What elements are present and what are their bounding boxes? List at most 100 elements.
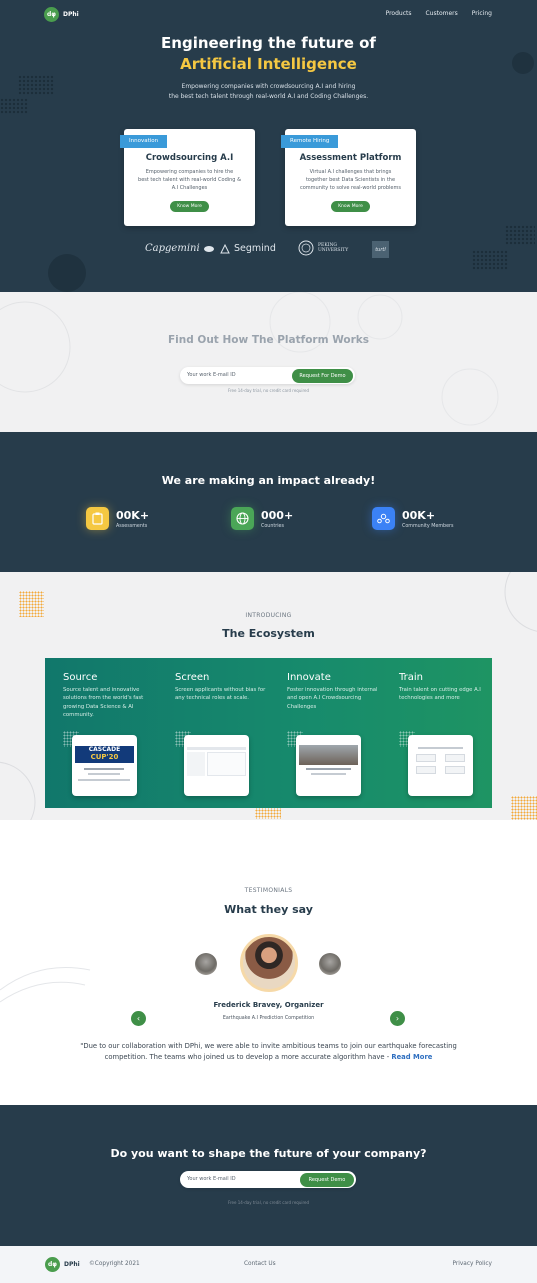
nav-pricing[interactable]: Pricing: [472, 10, 492, 17]
read-more-link[interactable]: Read More: [391, 1053, 432, 1061]
eco-column-text: Foster innovation through internal and o…: [287, 687, 378, 710]
eco-column-screen: Screen Screen applicants without bias fo…: [175, 672, 275, 703]
footer-brand-logo[interactable]: dφ DPhi: [45, 1257, 80, 1272]
community-glyph: [377, 513, 390, 523]
demo-section: Find Out How The Platform Works Your wor…: [0, 292, 537, 432]
eco-column-text: Screen applicants without bias for any t…: [175, 687, 266, 702]
cloud-icon: [203, 246, 214, 252]
eco-column-source: Source Source talent and innovative solu…: [63, 672, 163, 719]
trial-note: Free 14-day trial, no credit card requir…: [227, 1200, 310, 1205]
peking-wordmark: PEKING UNIVERSITY: [318, 243, 348, 254]
stat-value: 00K+: [402, 508, 436, 522]
hero-title: Engineering the future of: [161, 34, 376, 52]
hero-subtitle: Empowering companies with crowdsourcing …: [0, 82, 537, 102]
testimonial-quote: "Due to our collaboration with DPhi, we …: [60, 1041, 477, 1063]
nav-customers[interactable]: Customers: [425, 10, 457, 17]
screen-screenshot[interactable]: [184, 735, 249, 796]
hero-subtitle-line-2: the best tech talent through real-world …: [168, 93, 369, 100]
request-demo-button[interactable]: Request Demo: [300, 1172, 354, 1187]
avatar-current: [240, 934, 298, 992]
footer: dφ DPhi ©Copyright 2021 Contact Us Priva…: [0, 1246, 537, 1283]
card-assessment: Remote Hiring Assessment Platform Virtua…: [281, 129, 416, 226]
cta-section: Do you want to shape the future of your …: [0, 1105, 537, 1246]
community-icon: [372, 507, 395, 530]
cta-title: Do you want to shape the future of your …: [110, 1147, 427, 1160]
contact-us-link[interactable]: Contact Us: [244, 1261, 276, 1267]
stat-value: 00K+: [116, 508, 150, 522]
turtl-logo: turtl: [372, 241, 389, 258]
brand-logo[interactable]: dφ DPhi: [44, 7, 79, 22]
nav-products[interactable]: Products: [386, 10, 412, 17]
card-text-line: A.I Challenges: [171, 185, 208, 191]
hero-subtitle-line-1: Empowering companies with crowdsourcing …: [181, 83, 356, 90]
partner-logos: Capgemini Segmind PEKING UNIVERSITY turt…: [0, 240, 537, 260]
stat-label: Assessments: [116, 523, 148, 529]
email-input[interactable]: Your work E-mail ID: [187, 367, 236, 384]
testimonials-section: TESTIMONIALS What they say Frederick Bra…: [0, 820, 537, 1105]
email-input[interactable]: Your work E-mail ID: [187, 1171, 236, 1188]
dphi-logo-icon: dφ: [44, 7, 59, 22]
avatar-previous[interactable]: [195, 953, 217, 975]
segmind-wordmark: Segmind: [234, 243, 276, 254]
globe-icon: [231, 507, 254, 530]
ecosystem-panel: Source Source talent and innovative solu…: [45, 658, 492, 808]
next-arrow-button[interactable]: ›: [390, 1011, 405, 1026]
card-title: Crowdsourcing A.I: [145, 153, 234, 163]
cta-email-form: Your work E-mail ID Request Demo: [180, 1171, 356, 1188]
innovate-screenshot[interactable]: [296, 735, 361, 796]
peking-line: UNIVERSITY: [318, 248, 349, 253]
eco-column-title: Train: [399, 672, 423, 683]
cascade-cup-banner: CASCADE CUP'20: [75, 746, 134, 763]
decorative-circles: [0, 292, 499, 426]
clipboard-glyph: [92, 512, 103, 525]
copyright-text: ©Copyright 2021: [89, 1261, 140, 1267]
know-more-button[interactable]: Know More: [170, 201, 209, 212]
cascade-title: CASCADE: [88, 746, 121, 753]
university-seal-icon: [298, 240, 314, 256]
card-description: Virtual A.I challenges that brings toget…: [295, 168, 406, 192]
nav-links: Products Customers Pricing: [386, 10, 492, 17]
cascade-subtitle: CUP'20: [90, 753, 119, 761]
know-more-button[interactable]: Know More: [331, 201, 370, 212]
card-text-line: Virtual A.I challenges that brings: [309, 169, 392, 175]
card-text-line: best tech talent with real-world Coding …: [138, 177, 241, 183]
demo-title: Find Out How The Platform Works: [167, 334, 370, 346]
avatar-next[interactable]: [319, 953, 341, 975]
eco-column-title: Source: [63, 672, 98, 683]
eco-column-innovate: Innovate Foster innovation through inter…: [287, 672, 387, 711]
request-demo-button[interactable]: Request For Demo: [292, 368, 353, 383]
prev-arrow-button[interactable]: ‹: [131, 1011, 146, 1026]
privacy-policy-link[interactable]: Privacy Policy: [452, 1261, 492, 1267]
stat-community: 00K+ Community Members: [372, 507, 454, 530]
eco-column-text: Train talent on cutting edge A.I technol…: [399, 687, 481, 702]
card-text-line: community to solve real-world problems: [299, 185, 401, 191]
card-text-line: together best Data Scientists in the: [305, 177, 396, 183]
brand-name: DPhi: [63, 11, 79, 18]
brand-name: DPhi: [64, 1261, 80, 1268]
stat-label: Community Members: [402, 523, 454, 529]
hero-section: dφ DPhi Products Customers Pricing Engin…: [0, 0, 537, 292]
globe-glyph: [236, 512, 249, 525]
train-screenshot[interactable]: [408, 735, 473, 796]
ecosystem-section: INTRODUCING The Ecosystem Source Source …: [0, 572, 537, 820]
card-description: Empowering companies to hire the best te…: [134, 168, 245, 192]
decorative-orange-dots: [511, 796, 537, 820]
card-crowdsourcing: Innovation Crowdsourcing A.I Empowering …: [120, 129, 255, 226]
hero-title-highlight: Artificial Intelligence: [180, 55, 357, 73]
top-navbar: dφ DPhi Products Customers Pricing: [0, 0, 537, 28]
stat-countries: 000+ Countries: [231, 507, 293, 530]
capgemini-wordmark: Capgemini: [145, 243, 200, 254]
turtl-wordmark: turtl: [375, 246, 386, 253]
impact-section: We are making an impact already! 00K+ As…: [0, 432, 537, 572]
impact-title: We are making an impact already!: [161, 474, 376, 487]
testimonials-title: What they say: [224, 903, 313, 916]
testimonial-role: Earthquake A.I Prediction Competition: [222, 1016, 315, 1021]
ecosystem-title: The Ecosystem: [222, 627, 315, 640]
segmind-logo: Segmind: [220, 243, 276, 254]
demo-email-form: Your work E-mail ID Request For Demo: [180, 367, 355, 384]
segmind-icon: [220, 243, 230, 253]
stat-label: Countries: [261, 523, 285, 529]
card-title: Assessment Platform: [299, 153, 402, 163]
capgemini-logo: Capgemini: [145, 243, 214, 254]
source-screenshot[interactable]: CASCADE CUP'20: [72, 735, 137, 796]
